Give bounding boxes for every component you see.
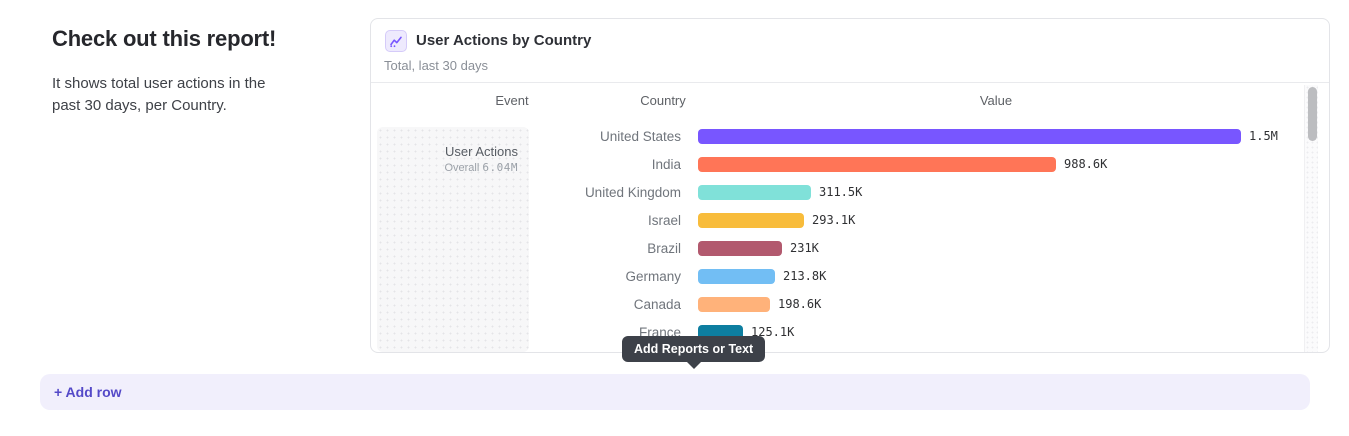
value-label: 311.5K: [819, 185, 862, 199]
value-label: 231K: [790, 241, 819, 255]
bar-track: 125.1K: [698, 325, 1301, 340]
bar-track: 231K: [698, 241, 1301, 256]
value-bar[interactable]: [698, 129, 1241, 144]
chart-row: Germany 213.8K: [371, 262, 1301, 290]
country-label: India: [371, 157, 681, 172]
country-label: United Kingdom: [371, 185, 681, 200]
chart-row: Canada 198.6K: [371, 290, 1301, 318]
insights-chart-icon: [385, 30, 407, 52]
country-label: Canada: [371, 297, 681, 312]
value-bar[interactable]: [698, 157, 1056, 172]
chart-row: Israel 293.1K: [371, 206, 1301, 234]
report-card: User Actions by Country Total, last 30 d…: [370, 18, 1330, 353]
chart-row: France125.1K: [371, 318, 1301, 346]
bar-track: 311.5K: [698, 185, 1301, 200]
bar-track: 988.6K: [698, 157, 1301, 172]
column-header-event: Event: [495, 93, 528, 108]
page-description: It shows total user actions in the past …: [52, 73, 290, 117]
column-header-country: Country: [640, 93, 686, 108]
column-header-value: Value: [980, 93, 1012, 108]
report-title[interactable]: User Actions by Country: [416, 32, 591, 49]
chart-scrollbar-thumb[interactable]: [1308, 87, 1317, 141]
value-bar[interactable]: [698, 213, 804, 228]
report-card-header: User Actions by Country Total, last 30 d…: [371, 19, 1329, 82]
header-divider: [371, 82, 1329, 83]
bar-track: 293.1K: [698, 213, 1301, 228]
value-label: 198.6K: [778, 297, 821, 311]
value-bar[interactable]: [698, 269, 775, 284]
country-label: Israel: [371, 213, 681, 228]
add-reports-tooltip: Add Reports or Text: [622, 336, 765, 362]
add-row-button[interactable]: + Add row: [40, 374, 1310, 410]
bar-track: 213.8K: [698, 269, 1301, 284]
bar-track: 1.5M: [698, 129, 1301, 144]
country-label: United States: [371, 129, 681, 144]
value-label: 213.8K: [783, 269, 826, 283]
value-label: 988.6K: [1064, 157, 1107, 171]
report-subtitle: Total, last 30 days: [384, 58, 488, 73]
bar-track: 198.6K: [698, 297, 1301, 312]
chart-row: United Kingdom 311.5K: [371, 178, 1301, 206]
add-row-label: + Add row: [40, 374, 122, 410]
chart-row: Brazil 231K: [371, 234, 1301, 262]
value-bar[interactable]: [698, 185, 811, 200]
value-label: 1.5M: [1249, 129, 1278, 143]
value-bar[interactable]: [698, 241, 782, 256]
chart-rows: United States 1.5M India 988.6K United Kingd…: [371, 122, 1301, 346]
chart-scrollbar-track[interactable]: [1304, 85, 1318, 353]
page-title: Check out this report!: [52, 26, 276, 52]
country-label: Germany: [371, 269, 681, 284]
chart-row: India 988.6K: [371, 150, 1301, 178]
value-label: 293.1K: [812, 213, 855, 227]
value-bar[interactable]: [698, 297, 770, 312]
country-label: Brazil: [371, 241, 681, 256]
chart-row: United States 1.5M: [371, 122, 1301, 150]
